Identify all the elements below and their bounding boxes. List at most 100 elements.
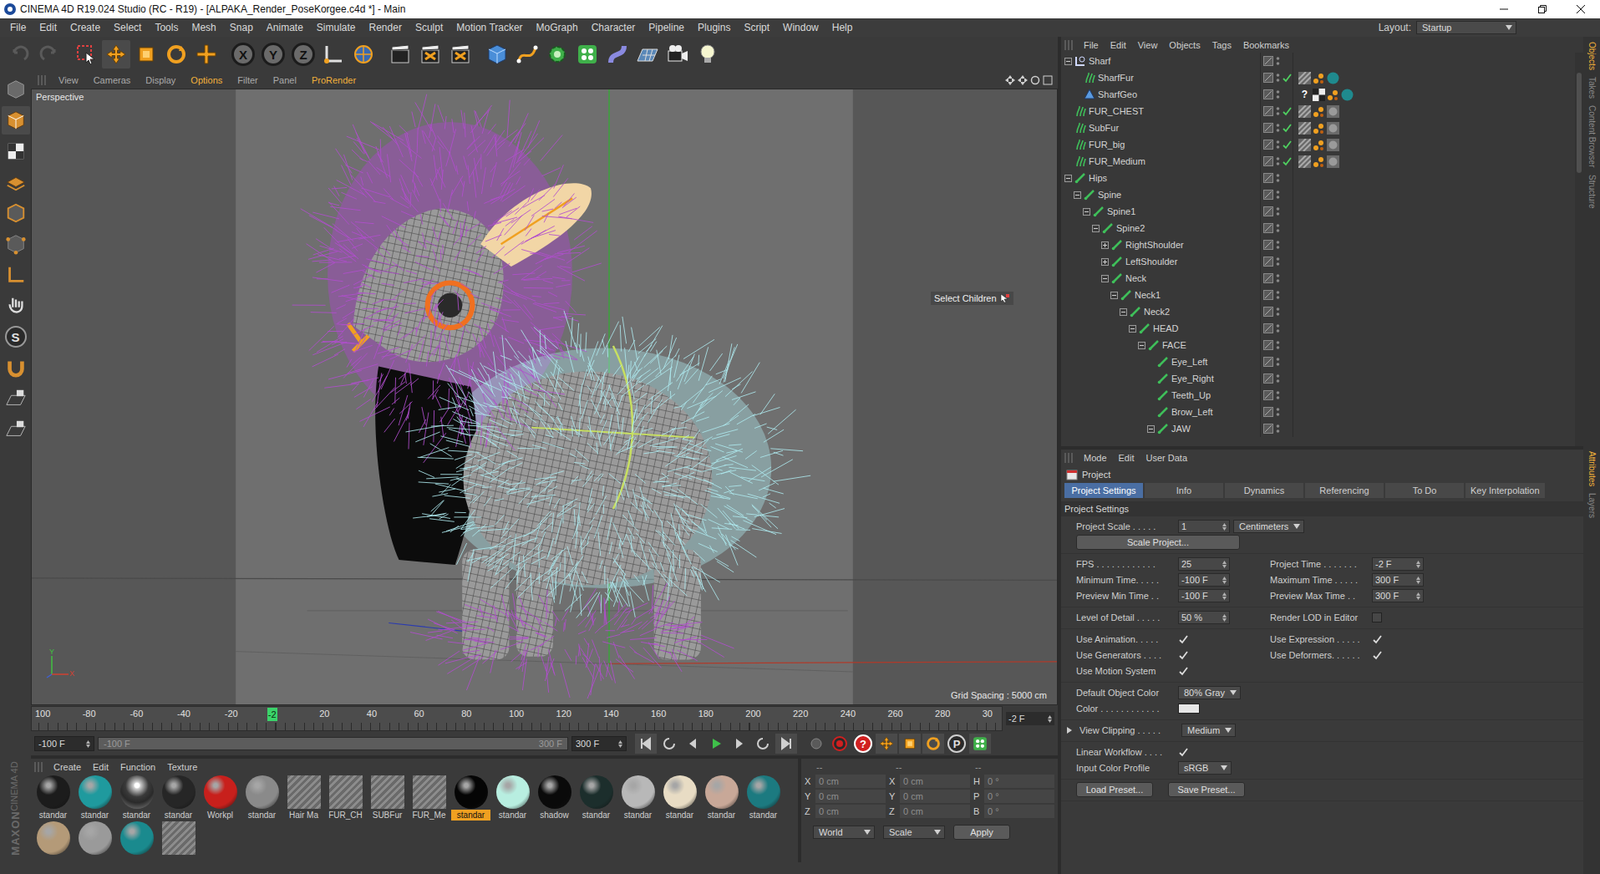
coordinate-field[interactable]: X0 cm [804,774,886,788]
viewport-menu-item[interactable]: View [50,75,87,86]
checkbox[interactable] [1371,634,1382,645]
menu-item[interactable]: Plugins [690,21,737,34]
menu-item[interactable]: Tools [147,21,185,34]
object-tag[interactable] [1312,121,1326,135]
material[interactable]: standar [241,774,283,821]
axis-button[interactable]: Z [291,42,315,67]
number-field[interactable]: -100 F [1178,573,1230,587]
object-tag[interactable] [1312,155,1326,168]
menu-item[interactable]: Window [776,21,826,34]
dropdown[interactable]: Centimeters [1233,519,1305,534]
spinner-icon[interactable] [1222,576,1227,585]
layer-icon[interactable] [1263,356,1274,367]
menu-item[interactable]: Simulate [309,21,363,34]
object-row[interactable]: JAW [1061,420,1575,437]
object-row[interactable]: Neck1 [1061,286,1575,304]
tool-button[interactable] [603,40,632,69]
object-tag[interactable] [1298,155,1311,168]
tool-button[interactable] [1,260,31,290]
visibility-dots-icon[interactable] [1275,139,1280,150]
collapse-icon[interactable] [1082,208,1091,216]
side-tab[interactable]: Objects [1587,41,1597,71]
material[interactable]: standar [492,774,534,821]
panel-menu-item[interactable]: Create [47,761,87,773]
tab[interactable]: To Do [1385,482,1464,498]
tool-button[interactable] [192,40,221,69]
collapse-icon[interactable] [1092,224,1100,233]
snap-settings-button[interactable]: S [5,325,27,348]
layer-icon[interactable] [1263,256,1274,267]
layer-icon[interactable] [1263,122,1274,133]
transport-button[interactable] [828,733,851,754]
object-row[interactable]: SharfGeo? [1061,86,1575,103]
object-row[interactable]: Eye_Right [1061,370,1575,387]
checkbox[interactable] [1178,746,1189,757]
coordinate-value[interactable]: 0 cm [899,804,971,818]
visibility-dots-icon[interactable] [1275,390,1280,401]
tab[interactable]: Dynamics [1224,482,1304,498]
material[interactable]: standar [157,774,199,821]
panel-menu-item[interactable]: Function [114,761,162,773]
tab[interactable]: Info [1144,482,1224,498]
number-field[interactable]: 300 F [1371,589,1424,603]
material[interactable]: standar [700,774,742,821]
coordinate-value[interactable]: 0 cm [815,789,886,803]
button[interactable]: Apply [953,824,1011,840]
object-row[interactable]: Eye_Left [1061,353,1575,371]
object-row[interactable]: Spine [1061,186,1575,204]
window-control[interactable] [1561,0,1600,19]
object-row[interactable]: Sharf [1061,52,1575,70]
layer-icon[interactable] [1263,106,1274,117]
layer-icon[interactable] [1263,156,1274,167]
coordinate-field[interactable]: H0 ° [973,774,1055,788]
material[interactable]: FUR_Me [408,774,450,821]
object-tag[interactable] [1326,138,1340,152]
layer-icon[interactable] [1263,55,1274,67]
tool-button[interactable] [319,40,348,69]
preview-range-slider[interactable]: -100 F300 F [97,736,569,751]
panel-menu-item[interactable]: User Data [1140,452,1194,463]
object-row[interactable]: Neck [1061,269,1575,287]
visibility-dots-icon[interactable] [1275,172,1280,183]
tool-button[interactable] [416,40,445,69]
object-row[interactable]: Brow_Left [1061,403,1575,421]
coordinate-field[interactable]: X0 cm [888,774,971,788]
coordinate-value[interactable]: 0 ° [984,789,1055,803]
panel-menu-item[interactable]: Edit [1112,452,1141,463]
tool-button[interactable] [349,40,378,69]
layer-icon[interactable] [1263,390,1274,401]
spinner-icon[interactable] [1222,560,1227,569]
menu-item[interactable]: Motion Tracker [449,21,529,34]
tab[interactable]: Referencing [1305,482,1384,498]
visibility-dots-icon[interactable] [1275,89,1280,100]
transport-button[interactable] [875,733,898,754]
tool-button[interactable] [573,40,602,69]
dropdown[interactable]: 80% Gray [1178,685,1241,700]
material[interactable] [32,820,74,856]
side-tab[interactable]: Attributes [1587,451,1597,487]
object-row[interactable]: FUR_CHEST [1061,102,1575,120]
panel-menu-item[interactable]: Objects [1163,40,1206,51]
side-tab[interactable]: Layers [1587,492,1597,519]
scrollbar[interactable] [1574,52,1584,447]
checkbox[interactable] [1178,650,1189,661]
coordinate-field[interactable]: Y0 cm [888,789,971,803]
visibility-dots-icon[interactable] [1275,55,1280,67]
material[interactable] [157,820,199,856]
transport-button[interactable] [899,733,921,754]
coordinate-field[interactable]: Z0 cm [888,804,971,818]
visibility-dots-icon[interactable] [1275,206,1280,217]
current-frame-marker[interactable]: -2 [267,707,278,722]
coordinate-value[interactable]: 0 cm [815,774,886,788]
viewport-menu-item[interactable]: Filter [229,75,265,86]
tool-button[interactable] [1,415,31,444]
object-row[interactable]: Spine1 [1061,203,1575,220]
tool-button[interactable] [513,40,542,69]
axis-button[interactable]: Y [261,42,285,67]
object-row[interactable]: Hips [1061,169,1575,187]
window-control[interactable] [1484,0,1524,19]
button[interactable]: Scale Project... [1076,534,1240,550]
object-row[interactable]: Spine2 [1061,219,1575,237]
record-button[interactable]: P [947,734,966,753]
tool-button[interactable] [1,198,31,228]
